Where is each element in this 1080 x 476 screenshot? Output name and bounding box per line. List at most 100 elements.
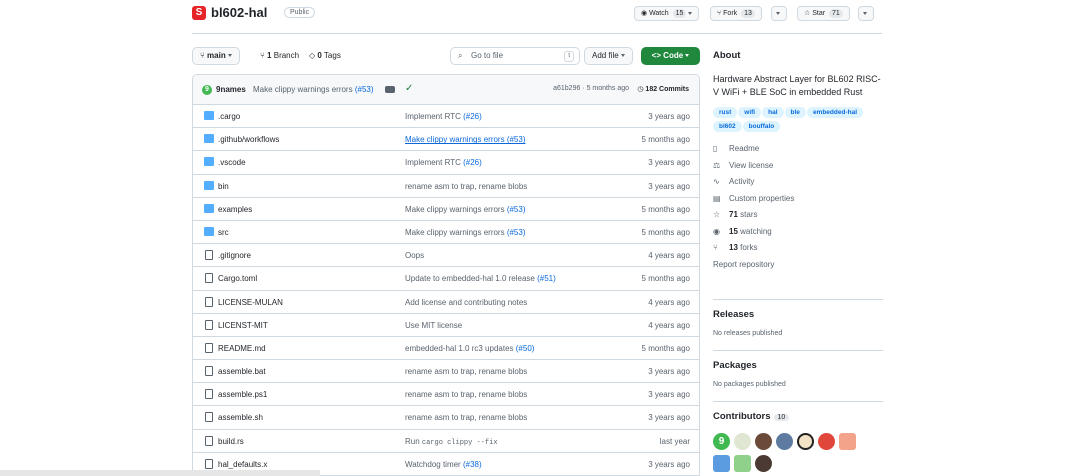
file-commit-message[interactable]: Watchdog timer (#38)	[405, 460, 482, 469]
file-name-link[interactable]: bin	[218, 182, 229, 191]
fork-button[interactable]: ⑂ Fork 13	[710, 6, 762, 21]
file-commit-message[interactable]: Run cargo clippy --fix	[405, 437, 498, 447]
file-name-link[interactable]: .github/workflows	[218, 135, 279, 144]
table-row[interactable]: assemble.ps1 rename asm to trap, rename b…	[193, 383, 699, 407]
contributor-avatar[interactable]	[734, 455, 751, 472]
file-name-link[interactable]: build.rs	[218, 437, 244, 446]
commit-author[interactable]: 9names	[216, 85, 246, 94]
file-name-link[interactable]: hal_defaults.x	[218, 460, 267, 469]
commit-hash-time[interactable]: a61b296 · 5 months ago	[553, 85, 629, 92]
topic-tag[interactable]: hal	[762, 107, 784, 118]
table-row[interactable]: .vscode Implement RTC (#26) 3 years ago	[193, 151, 699, 175]
file-commit-message[interactable]: embedded-hal 1.0 rc3 updates (#50)	[405, 344, 534, 353]
table-row[interactable]: examples Make clippy warnings errors (#53…	[193, 198, 699, 221]
star-dropdown-button[interactable]	[858, 6, 874, 21]
branches-link[interactable]: ⑂ 1 Branch	[260, 47, 299, 65]
file-commit-message[interactable]: Make clippy warnings errors (#53)	[405, 205, 526, 214]
contributor-avatar[interactable]	[818, 433, 835, 450]
about-link[interactable]: ▯ Readme	[713, 141, 883, 158]
fork-dropdown-button[interactable]	[771, 6, 787, 21]
file-name-link[interactable]: assemble.bat	[218, 367, 266, 376]
pr-link[interactable]: (#50)	[516, 344, 535, 353]
file-name-link[interactable]: .gitignore	[218, 251, 251, 260]
pr-link[interactable]: (#53)	[507, 228, 526, 237]
commits-link[interactable]: ◷ 182 Commits	[637, 85, 689, 93]
contributors-heading[interactable]: Contributors 10	[713, 411, 883, 422]
topic-tag[interactable]: wifi	[738, 107, 762, 118]
topic-tag[interactable]: bouffalo	[742, 121, 781, 132]
repo-name[interactable]: bl602-hal	[211, 5, 267, 20]
pr-link[interactable]: (#26)	[463, 112, 482, 121]
about-link[interactable]: ▤ Custom properties	[713, 191, 883, 208]
table-row[interactable]: LICENST-MIT Use MIT license 4 years ago	[193, 314, 699, 337]
contributor-avatar[interactable]	[713, 455, 730, 472]
contributor-avatar[interactable]	[776, 433, 793, 450]
watching-link[interactable]: ◉ 15 watching	[713, 224, 883, 241]
ellipsis-icon[interactable]	[385, 86, 395, 93]
file-commit-message[interactable]: rename asm to trap, rename blobs	[405, 390, 527, 399]
about-link[interactable]: ∿ Activity	[713, 174, 883, 191]
contributor-avatar[interactable]	[755, 455, 772, 472]
table-row[interactable]: assemble.sh rename asm to trap, rename bl…	[193, 406, 699, 430]
file-name-link[interactable]: Cargo.toml	[218, 274, 257, 283]
file-commit-message[interactable]: Make clippy warnings errors (#53)	[405, 228, 526, 237]
table-row[interactable]: bin rename asm to trap, rename blobs 3 yea…	[193, 175, 699, 198]
file-commit-message[interactable]: Make clippy warnings errors (#53)	[405, 135, 526, 144]
file-name-link[interactable]: assemble.sh	[218, 413, 263, 422]
file-commit-message[interactable]: Implement RTC (#26)	[405, 158, 482, 167]
add-file-button[interactable]: Add file	[584, 47, 633, 65]
file-name-link[interactable]: LICENST-MIT	[218, 321, 268, 330]
file-name-link[interactable]: README.md	[218, 344, 266, 353]
file-name-link[interactable]: LICENSE-MULAN	[218, 298, 283, 307]
report-repository-link[interactable]: Report repository	[713, 257, 883, 274]
file-name-link[interactable]: examples	[218, 205, 252, 214]
pr-link[interactable]: (#53)	[507, 205, 526, 214]
pr-link[interactable]: (#26)	[463, 158, 482, 167]
table-row[interactable]: .gitignore Oops 4 years ago	[193, 244, 699, 268]
table-row[interactable]: src Make clippy warnings errors (#53) 5 mo…	[193, 221, 699, 245]
commit-message[interactable]: Make clippy warnings errors (#53)	[253, 85, 374, 94]
releases-title[interactable]: Releases	[713, 309, 883, 320]
file-name-link[interactable]: .cargo	[218, 112, 240, 121]
author-avatar[interactable]: 9	[202, 85, 212, 95]
contributor-avatar[interactable]	[839, 433, 856, 450]
table-row[interactable]: README.md embedded-hal 1.0 rc3 updates (#…	[193, 337, 699, 361]
file-name-link[interactable]: .vscode	[218, 158, 246, 167]
forks-link[interactable]: ⑂ 13 forks	[713, 240, 883, 257]
file-commit-message[interactable]: rename asm to trap, rename blobs	[405, 367, 527, 376]
branch-select[interactable]: ⑂ main	[192, 47, 240, 65]
table-row[interactable]: Cargo.toml Update to embedded-hal 1.0 rel…	[193, 267, 699, 291]
packages-title[interactable]: Packages	[713, 360, 883, 371]
file-commit-message[interactable]: Oops	[405, 251, 424, 260]
file-commit-message[interactable]: rename asm to trap, rename blobs	[405, 413, 527, 422]
pr-link[interactable]: (#38)	[463, 460, 482, 469]
topic-tag[interactable]: embedded-hal	[806, 107, 863, 118]
contributor-avatar[interactable]	[734, 433, 751, 450]
contributor-avatar[interactable]	[755, 433, 772, 450]
check-icon[interactable]: ✓	[405, 83, 413, 94]
pr-link[interactable]: (#51)	[537, 274, 556, 283]
code-button[interactable]: <> Code	[641, 47, 700, 65]
watch-button[interactable]: ◉ Watch 15	[634, 6, 700, 21]
file-name-link[interactable]: assemble.ps1	[218, 390, 267, 399]
contributor-avatar[interactable]: 9	[713, 433, 730, 450]
about-link[interactable]: ⚖ View license	[713, 158, 883, 175]
file-name-link[interactable]: src	[218, 228, 229, 237]
star-button[interactable]: ☆ Star 71	[797, 6, 850, 21]
topic-tag[interactable]: ble	[784, 107, 806, 118]
file-commit-message[interactable]: Use MIT license	[405, 321, 462, 330]
stars-link[interactable]: ☆ 71 stars	[713, 207, 883, 224]
file-commit-message[interactable]: Implement RTC (#26)	[405, 112, 482, 121]
topic-tag[interactable]: rust	[713, 107, 738, 118]
table-row[interactable]: assemble.bat rename asm to trap, rename b…	[193, 360, 699, 384]
file-commit-message[interactable]: Update to embedded-hal 1.0 release (#51)	[405, 274, 556, 283]
table-row[interactable]: LICENSE-MULAN Add license and contributin…	[193, 291, 699, 314]
file-commit-message[interactable]: Add license and contributing notes	[405, 298, 527, 307]
file-commit-message[interactable]: rename asm to trap, rename blobs	[405, 182, 527, 191]
table-row[interactable]: .github/workflows Make clippy warnings er…	[193, 128, 699, 152]
tags-link[interactable]: ◇ 0 Tags	[309, 47, 341, 65]
contributor-avatar[interactable]	[797, 433, 814, 450]
commit-pr-link[interactable]: (#53)	[355, 85, 374, 94]
horizontal-scrollbar[interactable]	[0, 470, 320, 476]
table-row[interactable]: .cargo Implement RTC (#26) 3 years ago	[193, 105, 699, 129]
